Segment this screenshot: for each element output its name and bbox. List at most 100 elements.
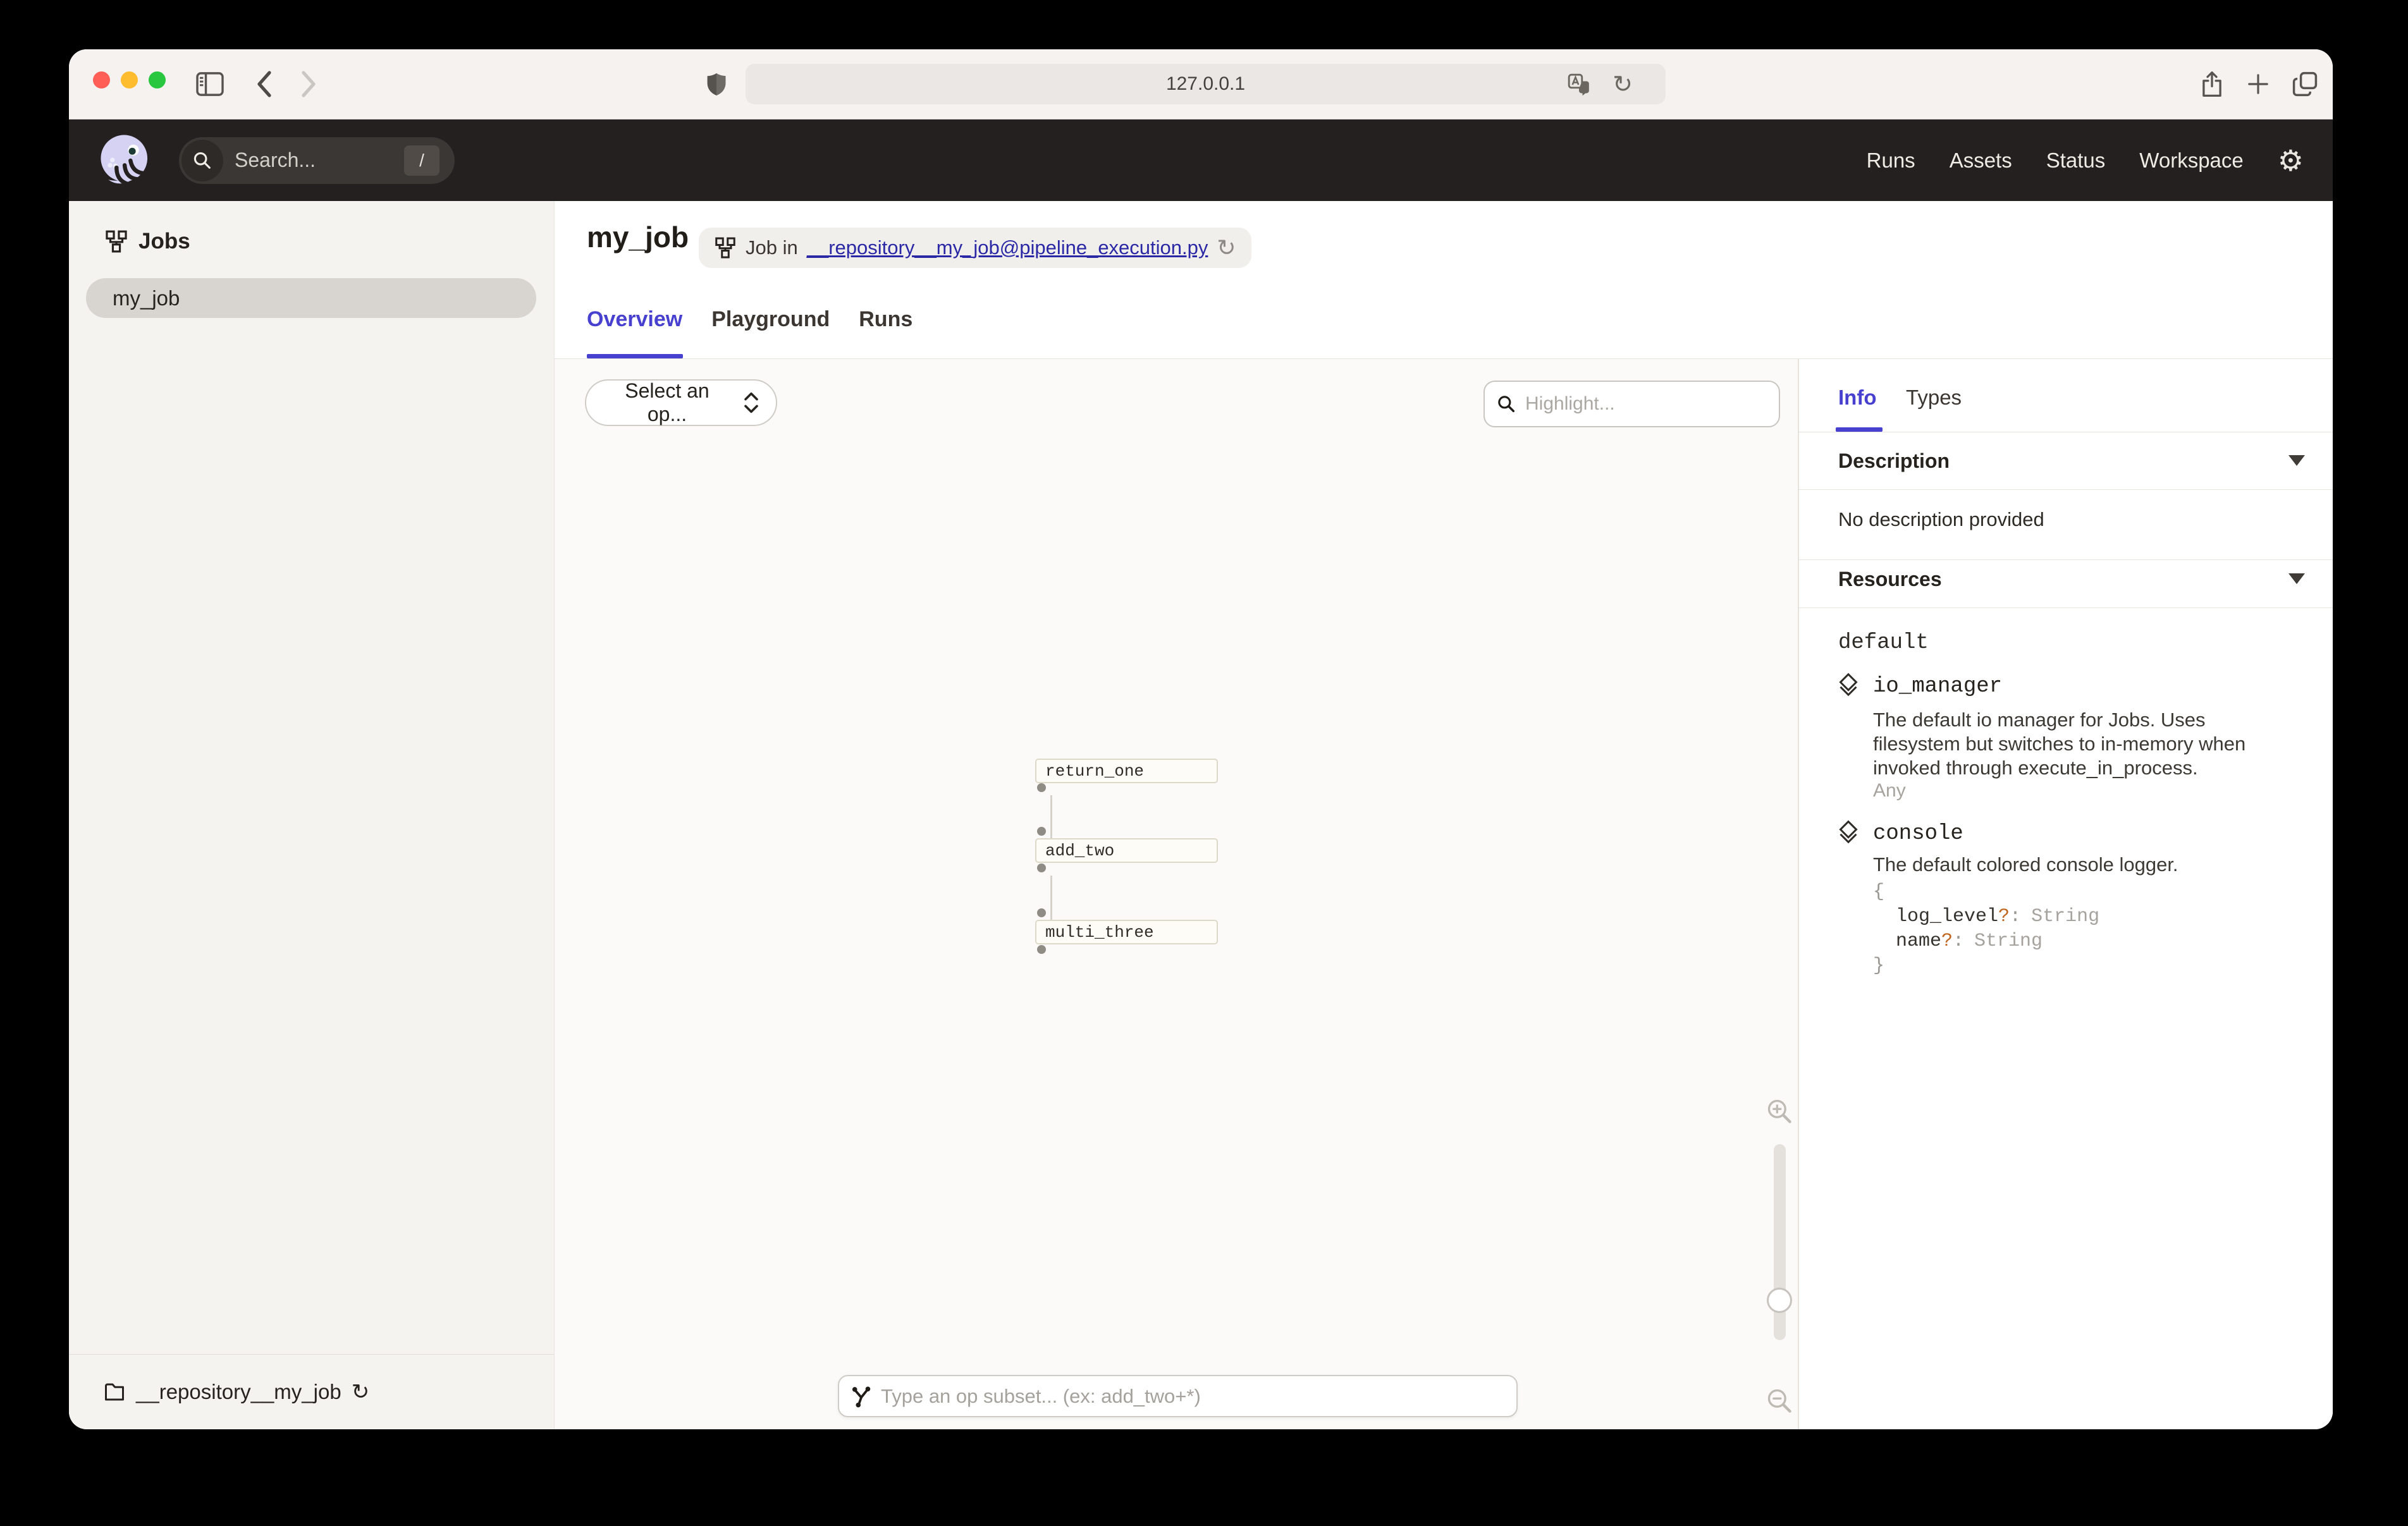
job-header: my_job Job in __repository__my_job@pipel… [555, 201, 2333, 359]
resource-name-io-manager: io_manager [1873, 674, 2002, 699]
resource-name-console: console [1873, 822, 1963, 846]
divider [1799, 607, 2333, 608]
divider [1799, 489, 2333, 490]
minimize-button[interactable] [121, 71, 138, 89]
schema-open-brace: { [1873, 880, 2099, 905]
info-tab[interactable]: Info [1838, 386, 1876, 410]
output-port-multi-three [1037, 945, 1046, 954]
divider [1799, 559, 2333, 560]
jobs-icon [104, 229, 128, 253]
repository-reload-icon[interactable]: ↻ [352, 1379, 370, 1405]
page-reload-icon[interactable]: ↻ [1612, 70, 1633, 98]
resource-group-label: default [1838, 631, 1929, 655]
resource-description: The default io manager for Jobs. Uses fi… [1873, 708, 2290, 780]
nav-runs[interactable]: Runs [1867, 149, 1915, 173]
dagster-logo[interactable] [97, 131, 155, 190]
config-schema-block: { log_level?:String name?:String } [1873, 880, 2099, 979]
op-subset-input[interactable] [881, 1385, 1450, 1408]
description-section-header[interactable]: Description [1838, 449, 1950, 473]
search-input[interactable] [235, 149, 374, 172]
new-tab-plus-icon[interactable] [2245, 71, 2271, 97]
tab-overview[interactable]: Overview [587, 307, 682, 332]
folder-icon [103, 1381, 126, 1403]
output-port-return-one [1037, 783, 1046, 792]
header-nav: Runs Assets Status Workspace ⚙ [1867, 146, 2333, 175]
global-search[interactable]: / [179, 137, 455, 184]
resource-icon [1836, 820, 1861, 846]
op-node-label: multi_three [1045, 923, 1154, 942]
share-icon[interactable] [2199, 69, 2225, 99]
output-port-add-two [1037, 864, 1046, 872]
translate-icon[interactable] [1567, 73, 1591, 97]
browser-toolbar: 127.0.0.1 ↻ [69, 49, 2333, 119]
sidebar-item-my-job[interactable]: my_job [86, 278, 536, 318]
select-chevrons-icon [743, 391, 759, 414]
main-content: my_job Job in __repository__my_job@pipel… [555, 201, 2333, 1429]
tab-overview-icon[interactable] [2291, 70, 2319, 98]
jobs-sidebar: Jobs my_job __repository__my_job ↻ [69, 201, 555, 1429]
job-origin-badge: Job in __repository__my_job@pipeline_exe… [699, 228, 1251, 268]
description-body: No description provided [1838, 508, 2044, 531]
shield-icon[interactable] [705, 71, 728, 97]
repository-file-link[interactable]: __repository__my_job@pipeline_execution.… [807, 236, 1208, 259]
nav-status[interactable]: Status [2046, 149, 2106, 173]
schema-close-brace: } [1873, 954, 2099, 979]
op-selector-button[interactable]: Select an op... [585, 379, 777, 426]
app-body: Jobs my_job __repository__my_job ↻ my_jo… [69, 201, 2333, 1429]
tab-playground[interactable]: Playground [711, 307, 830, 332]
forward-button-icon[interactable] [298, 70, 319, 98]
info-tab-underline [1836, 427, 1883, 432]
resource-type-label: Any [1873, 780, 1906, 802]
op-selector-label: Select an op... [603, 379, 732, 426]
op-node-label: return_one [1045, 762, 1144, 781]
nav-workspace[interactable]: Workspace [2139, 149, 2243, 173]
back-button-icon[interactable] [254, 70, 275, 98]
close-button[interactable] [93, 71, 110, 89]
repository-label[interactable]: __repository__my_job [136, 1380, 341, 1404]
op-node-multi-three[interactable]: multi_three [1035, 920, 1218, 944]
tab-runs[interactable]: Runs [859, 307, 912, 332]
resource-description: The default colored console logger. [1873, 853, 2290, 877]
op-graph-pane[interactable]: Select an op... [555, 359, 1798, 1429]
schema-field-name: name?:String [1873, 929, 2099, 954]
op-node-add-two[interactable]: add_two [1035, 838, 1218, 863]
badge-prefix: Job in [746, 236, 798, 259]
badge-reload-icon[interactable]: ↻ [1217, 235, 1236, 261]
resources-section-header[interactable]: Resources [1838, 568, 1942, 591]
op-node-return-one[interactable]: return_one [1035, 759, 1218, 783]
gear-icon[interactable]: ⚙ [2278, 146, 2304, 175]
job-graph-icon [714, 236, 737, 259]
schema-field-log-level: log_level?:String [1873, 905, 2099, 929]
zoom-slider-knob[interactable] [1767, 1288, 1792, 1313]
edge-return-one-to-add-two [1050, 795, 1052, 838]
input-port-add-two [1037, 827, 1046, 836]
window-controls [93, 71, 166, 89]
sidebar-toggle-icon[interactable] [195, 71, 224, 97]
url-text: 127.0.0.1 [746, 64, 1666, 104]
screen-background: 127.0.0.1 ↻ [0, 0, 2408, 1526]
highlight-search-icon [1496, 394, 1516, 414]
browser-window: 127.0.0.1 ↻ [69, 49, 2333, 1429]
resource-icon [1836, 673, 1861, 699]
types-tab[interactable]: Types [1906, 386, 1962, 410]
highlight-search[interactable] [1484, 381, 1780, 427]
input-port-multi-three [1037, 908, 1046, 917]
zoom-out-icon[interactable] [1766, 1387, 1793, 1415]
description-caret-icon[interactable] [2288, 455, 2305, 466]
search-icon [181, 140, 223, 181]
op-subset-graph-icon [849, 1384, 873, 1408]
zoom-button[interactable] [149, 71, 166, 89]
highlight-input[interactable] [1525, 393, 1740, 415]
url-bar[interactable]: 127.0.0.1 ↻ [746, 64, 1666, 104]
op-node-label: add_two [1045, 841, 1114, 860]
zoom-in-icon[interactable] [1766, 1097, 1793, 1125]
sidebar-footer: __repository__my_job ↻ [69, 1354, 554, 1429]
op-subset-filter[interactable] [838, 1375, 1518, 1417]
resources-caret-icon[interactable] [2288, 573, 2305, 584]
sidebar-title: Jobs [104, 229, 190, 254]
nav-assets[interactable]: Assets [1950, 149, 2012, 173]
search-shortcut-badge: / [404, 145, 439, 176]
edge-add-two-to-multi-three [1050, 876, 1052, 920]
sidebar-item-label: my_job [113, 286, 180, 310]
app-header: / Runs Assets Status Workspace ⚙ [69, 119, 2333, 201]
